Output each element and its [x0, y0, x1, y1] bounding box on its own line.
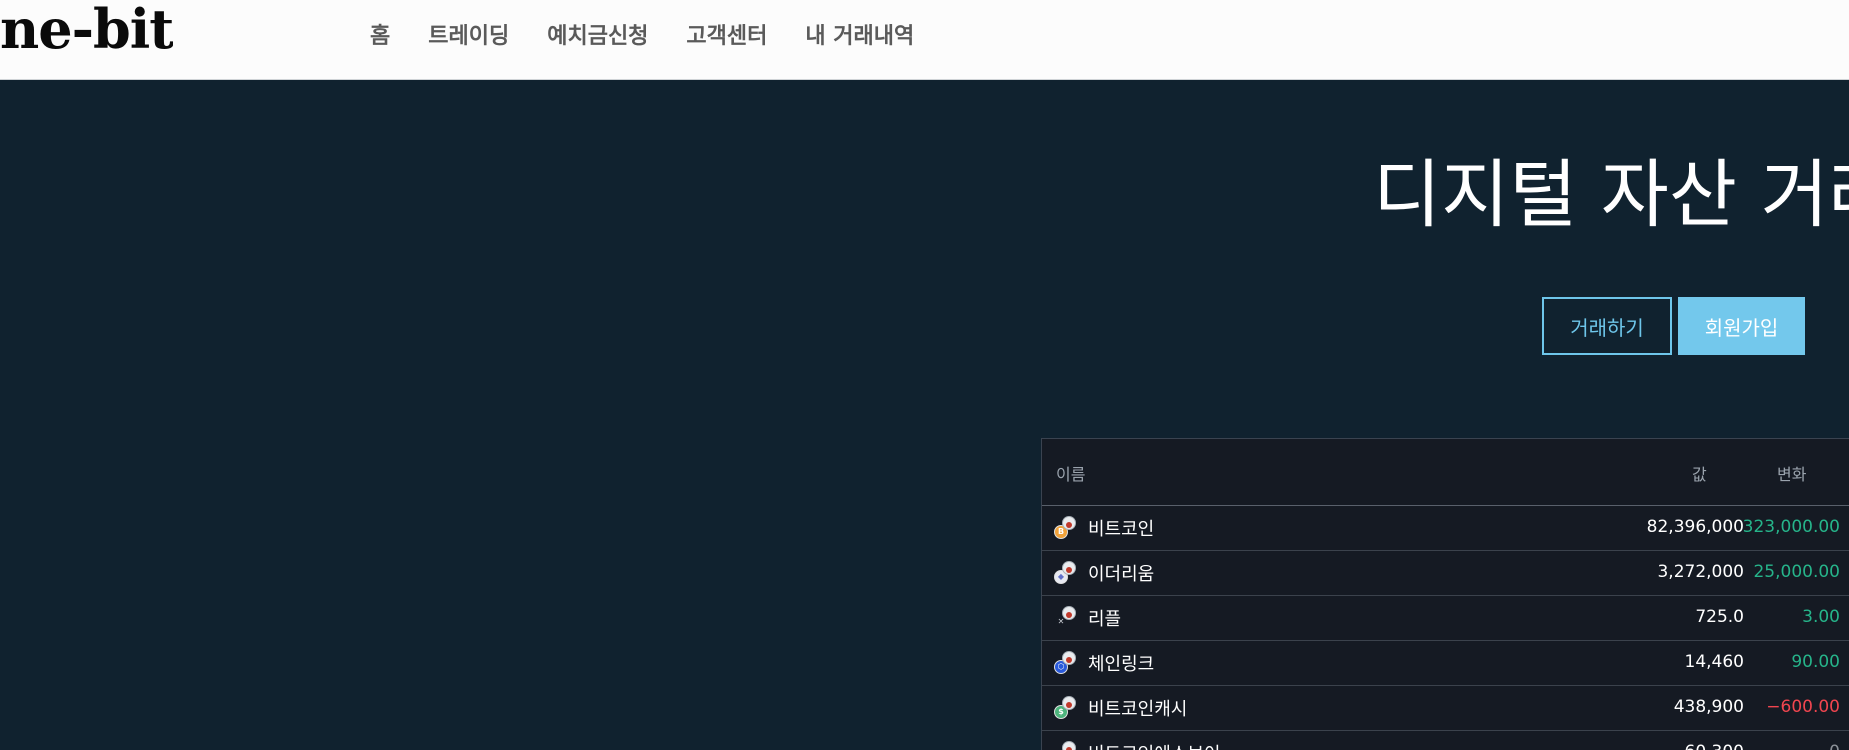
trade-button[interactable]: 거래하기 [1542, 297, 1672, 355]
table-row[interactable]: B 비트코인 82,396,000 323,000.00 [1042, 506, 1849, 551]
coin-price: 725.0 [1695, 607, 1744, 627]
swirl-badge-icon [1062, 696, 1076, 710]
table-row[interactable]: B 비트코인에스브이 60,300 0 [1042, 731, 1849, 750]
coin-name: 비트코인에스브이 [1088, 740, 1220, 750]
table-row[interactable]: ⬡ 체인링크 14,460 90.00 [1042, 641, 1849, 686]
table-row[interactable]: $ 비트코인캐시 438,900 −600.00 [1042, 686, 1849, 731]
nav-item-deposit-request[interactable]: 예치금신청 [547, 18, 648, 50]
swirl-badge-icon [1062, 606, 1076, 620]
ethereum-icon: ◆ [1054, 561, 1078, 585]
swirl-badge-icon [1062, 651, 1076, 665]
bitcoin-icon: B [1054, 516, 1078, 540]
swirl-badge-icon [1062, 561, 1076, 575]
nav-item-home[interactable]: 홈 [370, 18, 390, 50]
table-row[interactable]: ◆ 이더리움 3,272,000 25,000.00 [1042, 551, 1849, 596]
signup-button[interactable]: 회원가입 [1678, 297, 1805, 355]
coin-price: 60,300 [1685, 742, 1744, 750]
coin-change: −600.00 [1766, 697, 1840, 717]
coin-name: 비트코인캐시 [1088, 699, 1188, 720]
coin-price: 14,460 [1684, 652, 1744, 672]
coin-change: 90.00 [1791, 652, 1840, 672]
coin-price: 3,272,000 [1657, 562, 1744, 582]
nav-item-customer-center[interactable]: 고객센터 [686, 18, 767, 50]
ripple-icon: ✕ [1054, 606, 1078, 630]
bitcoin-sv-icon: B [1054, 741, 1078, 750]
page: ne-bit 홈 트레이딩 예치금신청 고객센터 내 거래내역 디지털 자산 거… [0, 0, 1849, 750]
coin-name: 체인링크 [1088, 654, 1155, 675]
top-header: ne-bit 홈 트레이딩 예치금신청 고객센터 내 거래내역 [0, 0, 1849, 80]
nav-item-trading[interactable]: 트레이딩 [428, 18, 509, 50]
swirl-badge-icon [1062, 741, 1076, 750]
coin-change: 0 [1829, 742, 1840, 750]
chainlink-icon: ⬡ [1054, 651, 1078, 675]
coin-ticker-table: 이름 값 변화 B 비트코인 82,396,000 323,000.00 ◆ 이더리움 3,… [1041, 438, 1849, 750]
table-row[interactable]: ✕ 리플 725.0 3.00 [1042, 596, 1849, 641]
coin-change: 3.00 [1802, 607, 1840, 627]
coin-price: 82,396,000 [1646, 517, 1744, 537]
header-price: 값 [1692, 465, 1707, 484]
ticker-header-row: 이름 값 변화 [1042, 439, 1849, 506]
coin-price: 438,900 [1673, 697, 1744, 717]
ticker-rows: B 비트코인 82,396,000 323,000.00 ◆ 이더리움 3,272,000 2… [1042, 506, 1849, 750]
coin-change: 25,000.00 [1753, 562, 1840, 582]
coin-change: 323,000.00 [1742, 517, 1840, 537]
nav-item-my-transactions[interactable]: 내 거래내역 [805, 18, 914, 50]
hero-title: 디지털 자산 거래 [1373, 152, 1849, 238]
coin-name: 비트코인 [1088, 519, 1155, 540]
bitcoin-cash-icon: $ [1054, 696, 1078, 720]
main-nav: 홈 트레이딩 예치금신청 고객센터 내 거래내역 [370, 0, 952, 68]
header-change: 변화 [1777, 465, 1807, 484]
coin-name: 이더리움 [1088, 564, 1155, 585]
swirl-badge-icon [1062, 516, 1076, 530]
coin-name: 리플 [1088, 609, 1122, 630]
logo[interactable]: ne-bit [0, 0, 173, 64]
header-name: 이름 [1056, 465, 1086, 484]
